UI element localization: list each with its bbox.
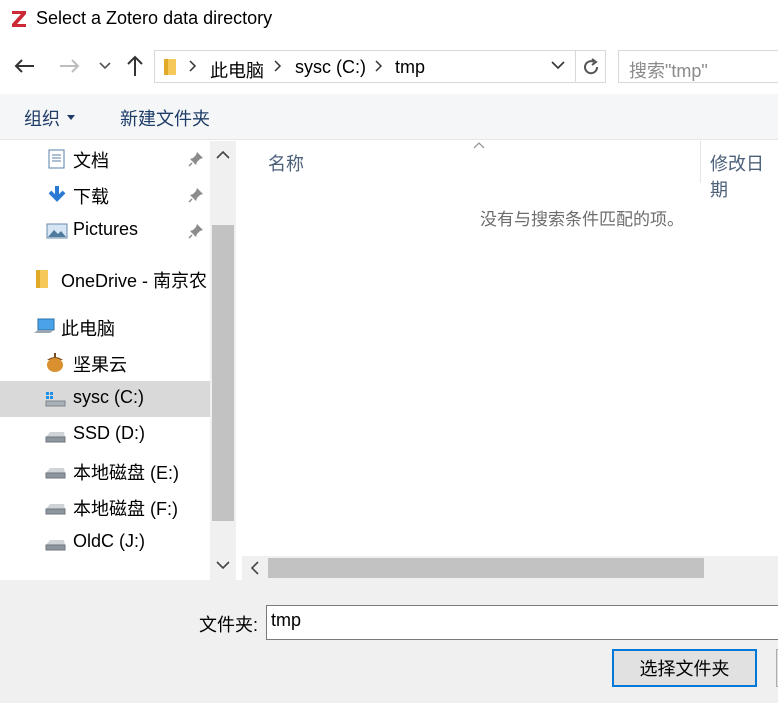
nutstore-icon	[47, 353, 63, 372]
arrow-left-icon	[14, 59, 34, 73]
scrollbar-thumb[interactable]	[268, 558, 704, 578]
breadcrumb-folder[interactable]: tmp	[395, 57, 425, 78]
sidebar-item-documents[interactable]: 文档	[0, 141, 210, 177]
title-bar: Select a Zotero data directory	[0, 0, 778, 40]
sidebar-item-drive-f[interactable]: 本地磁盘 (F:)	[0, 489, 210, 525]
refresh-icon	[583, 57, 598, 74]
chevron-down-icon[interactable]	[551, 61, 565, 70]
chevron-left-icon[interactable]	[250, 561, 259, 575]
arrow-right-icon	[60, 59, 80, 73]
chevron-right-icon	[189, 60, 197, 72]
sidebar-item-label: OldC (J:)	[73, 531, 145, 551]
scrollbar-thumb[interactable]	[212, 225, 234, 521]
sidebar-item-label: 本地磁盘 (E:)	[73, 463, 179, 483]
zotero-icon	[12, 11, 26, 27]
breadcrumb-drive[interactable]: sysc (C:)	[295, 57, 366, 78]
sidebar-item-this-pc[interactable]: 此电脑	[0, 309, 210, 345]
column-header-name[interactable]: 名称	[268, 150, 304, 176]
pictures-icon	[46, 223, 68, 239]
sidebar-item-label: 下载	[73, 187, 109, 207]
search-box[interactable]: 搜索"tmp"	[618, 50, 778, 83]
column-divider[interactable]	[700, 141, 701, 183]
chevron-up-icon[interactable]	[216, 150, 230, 159]
chevron-down-icon[interactable]	[216, 561, 230, 570]
folder-icon	[164, 59, 176, 75]
select-folder-button[interactable]: 选择文件夹	[612, 649, 757, 687]
pin-icon[interactable]	[188, 223, 204, 239]
address-bar[interactable]: 此电脑 sysc (C:) tmp	[154, 50, 576, 83]
arrow-up-icon	[127, 55, 143, 76]
pin-icon[interactable]	[188, 187, 204, 203]
sidebar-item-drive-j[interactable]: OldC (J:)	[0, 525, 210, 561]
pin-icon[interactable]	[188, 151, 204, 167]
drive-icon	[45, 504, 66, 515]
computer-icon	[34, 318, 55, 333]
back-button[interactable]	[12, 54, 36, 78]
recent-locations-button[interactable]	[93, 54, 117, 78]
system-drive-icon	[45, 392, 66, 407]
command-bar: 组织 新建文件夹	[0, 94, 778, 140]
sidebar-scrollbar[interactable]	[210, 141, 236, 580]
file-list: 名称 修改日期 没有与搜索条件匹配的项。	[242, 141, 778, 580]
new-folder-button[interactable]: 新建文件夹	[120, 105, 210, 131]
up-button[interactable]	[123, 54, 147, 78]
drive-icon	[45, 468, 66, 479]
sidebar-item-nutstore[interactable]: 坚果云	[0, 345, 210, 381]
sidebar-item-label: Pictures	[73, 219, 139, 239]
download-icon	[48, 186, 66, 202]
sidebar-item-label: 本地磁盘 (F:)	[73, 499, 178, 519]
organize-button[interactable]: 组织	[24, 105, 60, 131]
sidebar-item-label: 文档	[73, 151, 109, 171]
sidebar-item-onedrive[interactable]: OneDrive - 南京农	[0, 261, 210, 297]
sidebar-item-label: sysc (C:)	[73, 387, 144, 407]
sidebar-item-drive-c[interactable]: sysc (C:)	[0, 381, 210, 417]
chevron-right-icon	[274, 60, 282, 72]
breadcrumb-computer[interactable]: 此电脑	[210, 57, 264, 83]
sidebar-item-label: 此电脑	[61, 319, 115, 339]
sidebar-item-pictures[interactable]: Pictures	[0, 213, 210, 249]
sidebar-item-label: SSD (D:)	[73, 423, 145, 443]
drive-icon	[45, 540, 66, 551]
drive-icon	[45, 432, 66, 443]
dialog-footer: 文件夹: tmp 选择文件夹	[0, 580, 778, 703]
window-title: Select a Zotero data directory	[36, 8, 273, 28]
folder-label: 文件夹:	[199, 615, 259, 635]
sidebar-item-label: OneDrive - 南京农	[61, 271, 208, 291]
sidebar-item-drive-e[interactable]: 本地磁盘 (E:)	[0, 453, 210, 489]
chevron-down-icon	[99, 62, 111, 70]
navigation-pane: 文档 下载 Pictures OneDrive - 南京农 此电脑 坚果云 sy…	[0, 141, 236, 580]
forward-button[interactable]	[58, 54, 82, 78]
empty-message: 没有与搜索条件匹配的项。	[480, 210, 684, 229]
caret-down-icon[interactable]	[67, 115, 75, 120]
search-input[interactable]: 搜索"tmp"	[629, 57, 708, 83]
sort-up-icon	[473, 142, 485, 149]
refresh-button[interactable]	[576, 50, 606, 83]
column-header-modified[interactable]: 修改日期	[710, 150, 778, 202]
folder-icon	[36, 270, 48, 288]
chevron-right-icon	[375, 60, 383, 72]
file-list-scrollbar[interactable]	[242, 556, 778, 580]
sidebar-item-downloads[interactable]: 下载	[0, 177, 210, 213]
sidebar-item-label: 坚果云	[73, 355, 127, 375]
folder-input[interactable]: tmp	[266, 605, 778, 640]
sidebar-item-drive-d[interactable]: SSD (D:)	[0, 417, 210, 453]
document-icon	[48, 149, 65, 169]
